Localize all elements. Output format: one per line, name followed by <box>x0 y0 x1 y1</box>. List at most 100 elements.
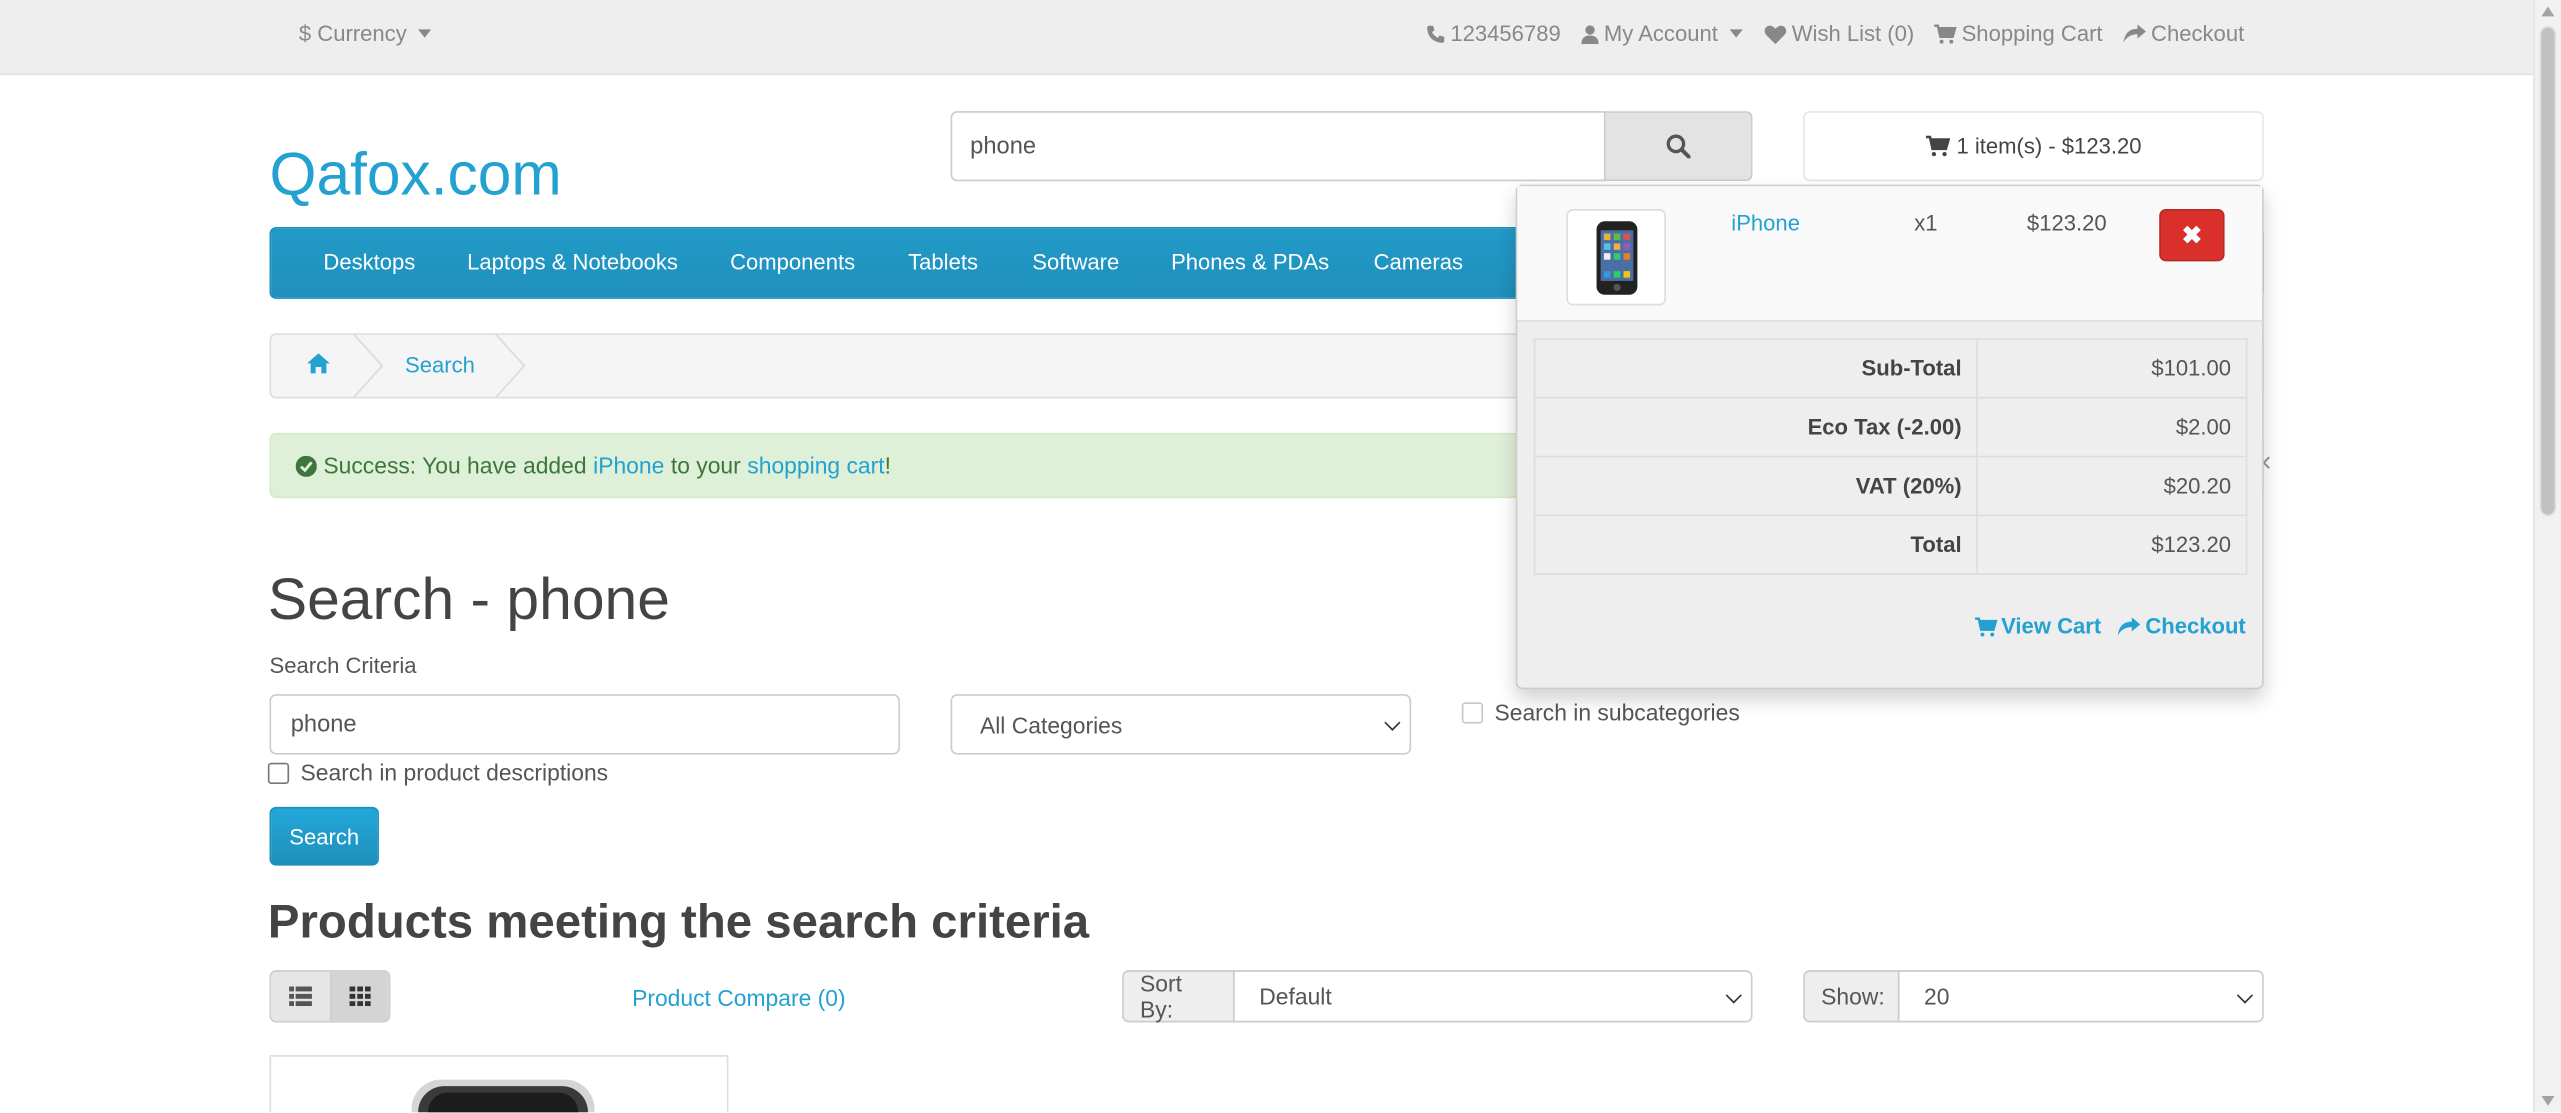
menu-item-components[interactable]: Components <box>730 250 855 274</box>
products-heading: Products meeting the search criteria <box>267 896 1090 949</box>
totals-label: Sub-Total <box>1533 338 1978 399</box>
subcategories-label: Search in subcategories <box>1494 699 1740 726</box>
totals-label: Eco Tax (-2.00) <box>1533 396 1978 458</box>
chevron-down-icon <box>1384 714 1401 731</box>
iphone-image <box>1595 220 1637 294</box>
cart-icon <box>1975 616 1998 636</box>
category-select[interactable]: All Categories <box>950 694 1412 755</box>
currency-label: $ Currency <box>298 21 407 46</box>
currency-dropdown[interactable]: $ Currency <box>298 21 432 46</box>
cart-dropdown-links: View Cart Checkout <box>1975 614 2246 639</box>
site-logo[interactable]: Qafox.com <box>269 140 561 209</box>
show-select[interactable]: 20 <box>1897 970 2264 1023</box>
cart-dropdown: iPhone x1 $123.20 ✖ Sub-Total $101.00 Ec… <box>1515 184 2264 690</box>
cart-product-thumbnail[interactable] <box>1566 209 1666 306</box>
share-icon <box>2118 616 2141 635</box>
grid-view-button[interactable] <box>329 971 389 1021</box>
chevron-down-icon <box>1725 987 1742 1004</box>
show-value: 20 <box>1924 983 1950 1010</box>
alert-cart-link[interactable]: shopping cart <box>747 452 884 478</box>
phone-icon <box>1427 24 1445 43</box>
category-select-value: All Categories <box>979 711 1123 738</box>
close-icon: ✖ <box>2181 222 2203 250</box>
my-account-label: My Account <box>1603 21 1718 46</box>
my-account-dropdown[interactable]: My Account <box>1581 21 1743 46</box>
cart-product-quantity: x1 <box>1914 210 1938 236</box>
checkout-link[interactable]: Checkout <box>2123 21 2245 46</box>
search-icon <box>1666 134 1691 159</box>
home-icon <box>307 353 330 374</box>
scroll-up-arrow-icon[interactable] <box>2541 6 2555 17</box>
search-criteria-input[interactable] <box>269 694 900 755</box>
search-button[interactable]: Search <box>269 806 379 866</box>
check-circle-icon <box>295 454 317 477</box>
menu-item-phones[interactable]: Phones & PDAs <box>1171 250 1329 274</box>
wishlist-link[interactable]: Wish List (0) <box>1764 21 1915 46</box>
menu-item-laptops[interactable]: Laptops & Notebooks <box>467 250 678 274</box>
menu-item-cameras[interactable]: Cameras <box>1374 250 1463 274</box>
totals-value: $20.20 <box>1976 455 2248 517</box>
subcategories-checkbox[interactable]: Search in subcategories <box>1461 699 1740 726</box>
menu-item-tablets[interactable]: Tablets <box>908 250 978 274</box>
grid-icon <box>349 986 371 1007</box>
page-title: Search - phone <box>267 565 670 633</box>
header-search <box>950 111 1753 182</box>
alert-middle: to your <box>670 452 741 479</box>
list-icon <box>288 986 312 1007</box>
cart-total-button[interactable]: 1 item(s) - $123.20 <box>1803 111 2264 182</box>
product-image <box>411 1079 595 1113</box>
checkbox-box[interactable] <box>1461 701 1484 723</box>
menu-item-desktops[interactable]: Desktops <box>323 250 415 274</box>
cart-totals-table: Sub-Total $101.00 Eco Tax (-2.00) $2.00 … <box>1533 338 2248 575</box>
remove-item-button[interactable]: ✖ <box>2159 209 2225 262</box>
cart-product-price: $123.20 <box>2026 210 2107 236</box>
home-link[interactable] <box>307 353 330 382</box>
totals-value: $123.20 <box>1976 514 2248 575</box>
scroll-down-arrow-icon[interactable] <box>2541 1095 2555 1106</box>
chevron-down-icon <box>2236 987 2254 1004</box>
show-label: Show: <box>1803 970 1900 1023</box>
page-root: $ Currency 123456789 My Account Wish Lis… <box>0 0 2561 1113</box>
dropdown-checkout-link[interactable]: Checkout <box>2118 614 2246 639</box>
cart-icon <box>1925 135 1950 157</box>
checkout-label: Checkout <box>2151 21 2245 46</box>
alert-product-link[interactable]: iPhone <box>593 452 664 478</box>
dropdown-checkout-label: Checkout <box>2145 614 2246 639</box>
totals-label: Total <box>1533 514 1978 575</box>
share-icon <box>2123 23 2146 42</box>
menu-item-software[interactable]: Software <box>1032 250 1119 274</box>
totals-value: $2.00 <box>1976 396 2248 458</box>
totals-value: $101.00 <box>1976 338 2248 399</box>
phone-contact[interactable]: 123456789 <box>1426 21 1561 46</box>
caret-down-icon <box>418 29 432 38</box>
list-view-button[interactable] <box>271 971 330 1021</box>
view-cart-link[interactable]: View Cart <box>1975 614 2101 639</box>
descriptions-checkbox[interactable]: Search in product descriptions <box>267 759 608 786</box>
totals-row: Total $123.20 <box>1533 514 2248 575</box>
wishlist-label: Wish List (0) <box>1791 21 1915 46</box>
cart-total-label: 1 item(s) - $123.20 <box>1956 133 2142 159</box>
vertical-scrollbar[interactable] <box>2533 0 2561 1113</box>
alert-suffix: ! <box>884 452 891 479</box>
cart-product-row: iPhone x1 $123.20 ✖ <box>1517 186 2263 322</box>
view-toggle <box>269 970 391 1023</box>
breadcrumb-search-link[interactable]: Search <box>405 353 475 377</box>
totals-row: VAT (20%) $20.20 <box>1533 455 2248 517</box>
sort-by-label: Sort By: <box>1122 970 1235 1023</box>
product-compare-link[interactable]: Product Compare (0) <box>632 985 846 1011</box>
alert-prefix: Success: You have added <box>323 452 587 479</box>
totals-row: Eco Tax (-2.00) $2.00 <box>1533 396 2248 458</box>
header-search-button[interactable] <box>1605 111 1753 182</box>
totals-row: Sub-Total $101.00 <box>1533 338 2248 399</box>
product-card[interactable] <box>269 1055 729 1113</box>
shopping-cart-link[interactable]: Shopping Cart <box>1934 21 2103 46</box>
user-icon <box>1581 24 1599 44</box>
scrollbar-thumb[interactable] <box>2539 26 2557 517</box>
checkbox-box[interactable] <box>267 761 290 784</box>
header-search-input[interactable] <box>950 111 1606 182</box>
cart-product-name[interactable]: iPhone <box>1731 211 1800 235</box>
totals-label: VAT (20%) <box>1533 455 1978 517</box>
caret-down-icon <box>1729 29 1743 38</box>
sort-by-select[interactable]: Default <box>1233 970 1753 1023</box>
breadcrumb-separator <box>495 334 526 397</box>
